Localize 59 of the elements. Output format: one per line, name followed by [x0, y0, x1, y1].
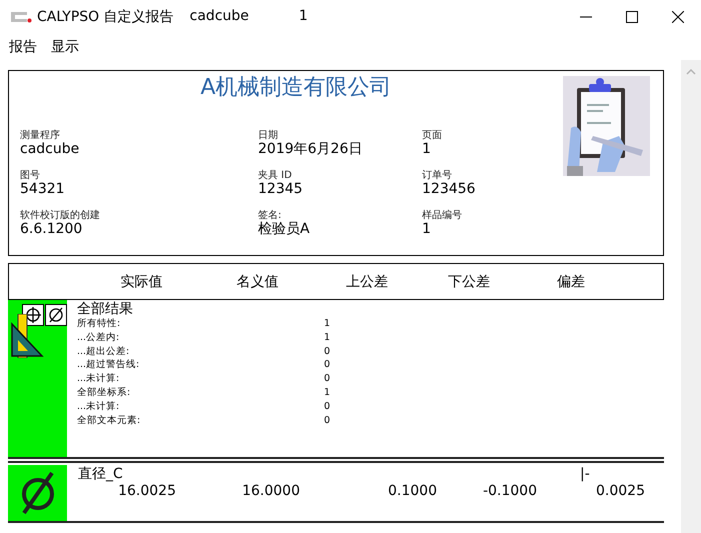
summary-label: ...超出公差:: [77, 344, 130, 358]
field-value: 12345: [258, 181, 304, 197]
company-name: A机械制造有限公司: [200, 74, 392, 102]
summary-value: 1: [322, 330, 332, 345]
field-value: 1: [422, 141, 432, 157]
set-square-icon: [10, 314, 44, 358]
field-label: 签名:: [258, 210, 282, 221]
feature-value: 16.0000: [241, 482, 300, 500]
field-value: 54321: [20, 181, 66, 197]
feature-value: -0.1000: [482, 482, 537, 500]
field-label: 软件校订版的创建: [20, 210, 101, 221]
field-value: 2019年6月26日: [258, 141, 364, 157]
summary-label: 全部坐标系:: [77, 386, 132, 400]
window-title: CALYPSO 自定义报告: [37, 8, 174, 26]
summary-label: ...未计算:: [77, 400, 120, 414]
field-label: 样品编号: [422, 210, 463, 221]
summary-title: 全部结果: [77, 301, 134, 317]
feature-value: 0.0025: [595, 482, 645, 500]
summary-value: 0: [322, 358, 332, 372]
field-label: 页面: [422, 130, 443, 141]
maximize-icon[interactable]: [626, 11, 638, 23]
column-header: 实际值: [120, 272, 164, 290]
summary-label: 全部文本元素:: [77, 414, 142, 428]
summary-value: 1: [322, 386, 332, 400]
field-label: 图号: [20, 170, 41, 181]
summary-value: 0: [322, 372, 332, 386]
feature-value: 0.1000: [387, 482, 437, 500]
column-header: 下公差: [447, 272, 491, 290]
tolerance-mark: |-: [580, 466, 590, 482]
column-header: 偏差: [556, 272, 586, 290]
feature-value: 16.0025: [117, 482, 176, 500]
field-label: 日期: [258, 130, 279, 141]
summary-value: 0: [322, 400, 332, 414]
field-label: 订单号: [422, 170, 453, 181]
menu-item[interactable]: 报告: [9, 38, 37, 56]
app-logo-icon: [10, 11, 32, 23]
column-header: 名义值: [236, 272, 280, 290]
scrollbar[interactable]: [681, 60, 701, 533]
field-label: 夹具 ID: [258, 170, 293, 181]
field-value: 123456: [422, 181, 476, 197]
window-title: 1: [298, 8, 308, 26]
field-value: 6.6.1200: [20, 221, 84, 237]
menu-item[interactable]: 显示: [51, 38, 79, 56]
summary-value: 1: [322, 317, 332, 331]
field-value: cadcube: [20, 141, 80, 157]
summary-label: ...未计算:: [77, 372, 120, 386]
feature-name: 直径_C: [78, 466, 124, 482]
summary-value: 0: [322, 414, 332, 428]
field-value: 检验员A: [258, 221, 311, 237]
summary-label: ...超过警告线:: [77, 358, 140, 372]
column-header: 上公差: [345, 272, 389, 290]
diameter-icon: [45, 304, 67, 326]
window-title: cadcube: [190, 8, 249, 26]
close-icon[interactable]: [672, 11, 684, 23]
field-label: 测量程序: [20, 130, 61, 141]
summary-label: ...公差内:: [77, 330, 120, 345]
field-value: 1: [422, 221, 432, 237]
summary-label: 所有特性:: [77, 317, 122, 331]
summary-value: 0: [322, 344, 332, 358]
